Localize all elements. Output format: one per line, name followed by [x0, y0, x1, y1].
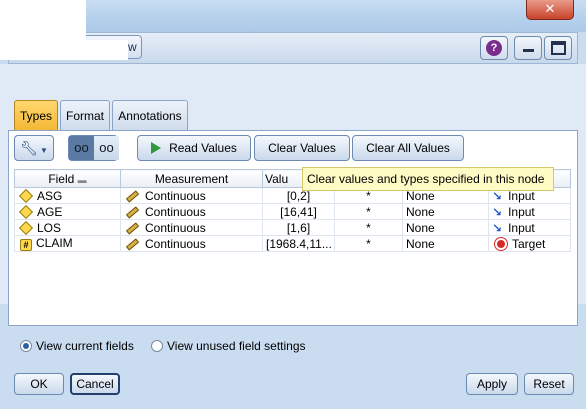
- minimize-icon: [523, 49, 534, 52]
- window-titlebar: [0, 0, 586, 32]
- ruler-icon: [125, 237, 140, 251]
- view-unused-settings-option[interactable]: View unused field settings: [151, 338, 306, 354]
- tooltip: Clear values and types specified in this…: [302, 167, 554, 191]
- ok-button[interactable]: OK: [14, 373, 64, 395]
- hash-icon: #: [20, 239, 32, 251]
- diamond-icon: [18, 188, 34, 203]
- maximize-dialog-button[interactable]: [544, 36, 572, 60]
- tools-menu-button[interactable]: 🔧︎ ▼: [14, 135, 54, 161]
- help-button[interactable]: ?: [480, 36, 508, 60]
- apply-button[interactable]: Apply: [466, 373, 518, 395]
- view-current-fields-option[interactable]: View current fields: [20, 338, 134, 354]
- sort-icon: ▬: [77, 174, 87, 185]
- wrench-icon: 🔧︎: [20, 140, 38, 156]
- clear-values-button[interactable]: Clear Values: [254, 135, 350, 161]
- occluded-region: [0, 0, 86, 40]
- target-icon: [495, 237, 507, 250]
- ruler-icon: [125, 221, 140, 235]
- occluded-region-2: [0, 40, 128, 60]
- table-row[interactable]: # CLAIM Continuous [1968.4,11... * None T…: [14, 235, 571, 252]
- tab-format[interactable]: Format: [60, 100, 110, 130]
- glasses-on-toggle[interactable]: oo: [69, 136, 94, 160]
- radio-unselected-icon: [151, 340, 163, 352]
- read-values-button[interactable]: Read Values: [137, 135, 251, 161]
- column-header-measurement[interactable]: Measurement: [120, 169, 263, 188]
- cancel-button[interactable]: Cancel: [70, 373, 120, 395]
- play-icon: [151, 142, 162, 154]
- tab-types[interactable]: Types: [14, 100, 58, 132]
- help-icon: ?: [486, 40, 502, 56]
- clear-all-values-button[interactable]: Clear All Values: [352, 135, 464, 161]
- table-row[interactable]: LOS Continuous [1,6] * None ↘ Input: [14, 219, 571, 236]
- close-icon: ✕: [544, 1, 556, 16]
- read-values-label: Read Values: [169, 141, 237, 155]
- reset-button[interactable]: Reset: [524, 373, 574, 395]
- close-window-button[interactable]: ✕: [526, 0, 574, 20]
- maximize-icon: [551, 41, 566, 55]
- ruler-icon: [125, 205, 140, 219]
- glasses-off-icon: oo: [99, 140, 114, 155]
- chevron-down-icon: ▼: [37, 146, 48, 155]
- ruler-icon: [125, 189, 140, 203]
- radio-selected-icon: [20, 340, 32, 352]
- tab-annotations[interactable]: Annotations: [112, 100, 188, 130]
- glasses-off-toggle[interactable]: oo: [94, 136, 119, 160]
- input-arrow-icon: ↘: [492, 220, 503, 235]
- table-row[interactable]: AGE Continuous [16,41] * None ↘ Input: [14, 203, 571, 220]
- diamond-icon: [18, 204, 34, 219]
- column-header-field[interactable]: Field ▬: [14, 169, 121, 188]
- diamond-icon: [18, 220, 34, 235]
- glasses-icon: oo: [74, 140, 89, 155]
- view-toggle-group: oo oo: [68, 135, 119, 161]
- minimize-dialog-button[interactable]: [514, 36, 542, 60]
- input-arrow-icon: ↘: [492, 204, 503, 219]
